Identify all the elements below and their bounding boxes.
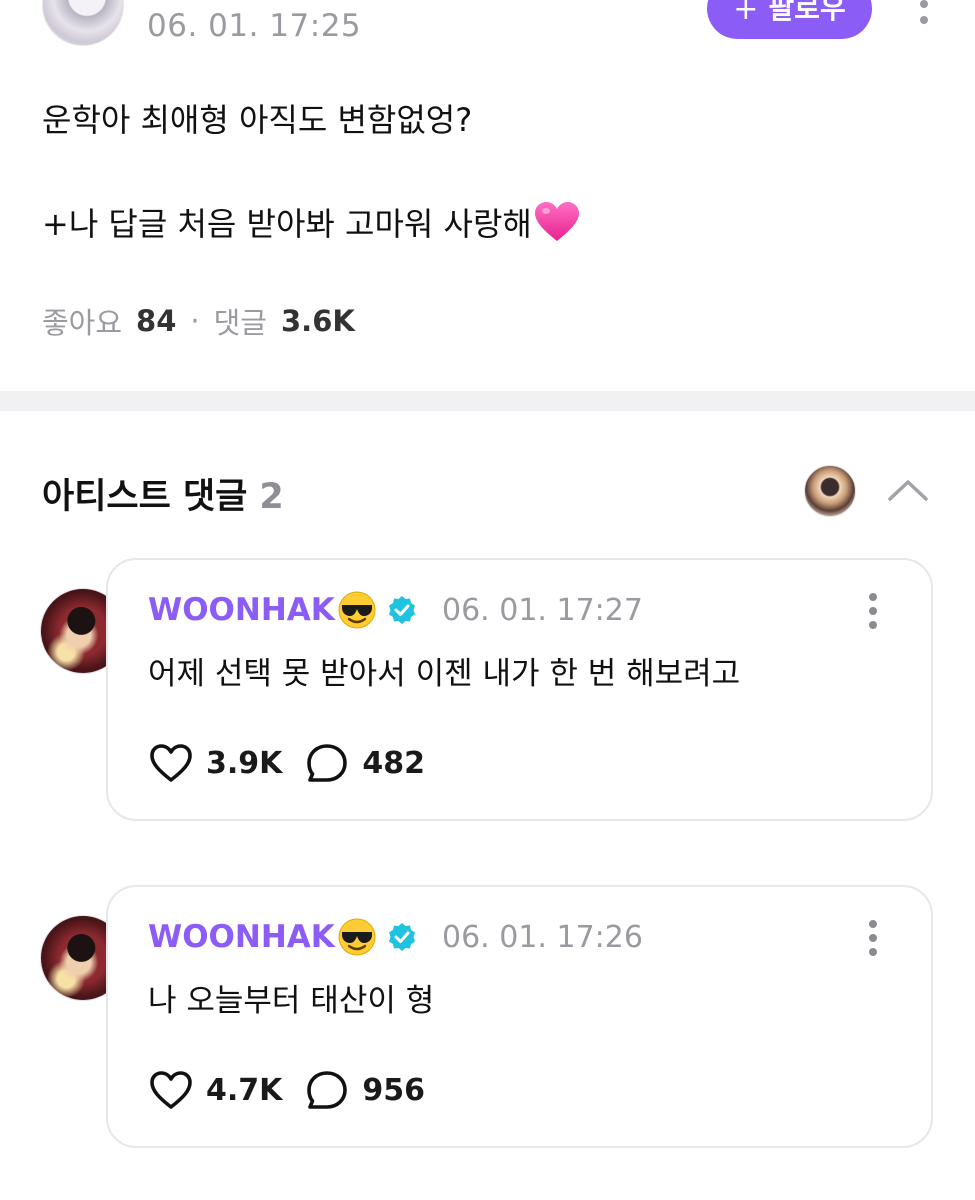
comment-actions: 4.7K 956 (148, 1067, 447, 1113)
dot (869, 934, 877, 942)
artist-comments-count: 2 (259, 477, 284, 517)
comment-timestamp: 06. 01. 17:27 (442, 593, 643, 628)
reply-count: 956 (362, 1072, 426, 1108)
commenter-name-text: WOONHAK (148, 592, 335, 628)
artist-comments-label: 아티스트 댓글 (42, 477, 248, 517)
comment-more-icon[interactable] (866, 593, 880, 629)
artist-avatar[interactable] (804, 465, 856, 517)
post-timestamp: 06. 01. 17:25 (147, 8, 362, 44)
verified-badge-icon (388, 923, 415, 951)
like-count: 4.7K (206, 1072, 283, 1108)
dot (869, 607, 877, 615)
comment-timestamp: 06. 01. 17:26 (442, 920, 643, 955)
fan-post-page: 06. 01. 17:25 + 팔로우 운학아 최애형 아직도 변함없엉? +나… (0, 0, 975, 1200)
stats-separator: · (190, 304, 200, 338)
post-text-line-2-text: +나 답글 처음 받아봐 고마워 사랑해 (42, 205, 532, 243)
likes-count: 84 (136, 304, 177, 338)
likes-label: 좋아요 (42, 306, 123, 340)
commenter-name[interactable]: WOONHAK (148, 917, 417, 957)
post-stats: 좋아요 84 · 댓글 3.6K (42, 300, 355, 342)
dot (920, 16, 928, 24)
dot (869, 621, 877, 629)
follow-label: 팔로우 (768, 0, 846, 25)
plus-icon: + (733, 0, 759, 27)
artist-comment-card: WOONHAK 06. 01. 17:27 어제 선택 못 받아서 이젠 내가 … (106, 558, 933, 821)
dot (869, 920, 877, 928)
post-text-line-1: 운학아 최애형 아직도 변함없엉? (42, 101, 473, 139)
like-count: 3.9K (206, 745, 283, 781)
comment-more-icon[interactable] (866, 920, 880, 956)
pink-heart-icon (534, 202, 579, 241)
post-more-icon[interactable] (912, 0, 936, 40)
artist-comments-title: 아티스트 댓글 2 (42, 468, 284, 519)
sunglasses-emoji-icon (338, 918, 376, 956)
section-divider (0, 391, 975, 411)
commenter-name[interactable]: WOONHAK (148, 590, 417, 630)
commenter-name-text: WOONHAK (148, 919, 335, 955)
follow-button[interactable]: + 팔로우 (707, 0, 872, 39)
sunglasses-emoji-icon (338, 591, 376, 629)
post-text-line-2: +나 답글 처음 받아봐 고마워 사랑해 (42, 199, 580, 245)
dot (869, 948, 877, 956)
comment-text: 나 오늘부터 태산이 형 (148, 983, 435, 1019)
post-header: 06. 01. 17:25 + 팔로우 (0, 0, 975, 60)
artist-comment-card: WOONHAK 06. 01. 17:26 나 오늘부터 태산이 형 4.7K (106, 885, 933, 1148)
verified-badge-icon (388, 596, 415, 624)
chevron-up-icon[interactable] (886, 475, 930, 505)
comment-actions: 3.9K 482 (148, 740, 447, 786)
author-avatar[interactable] (42, 0, 124, 46)
dot (920, 0, 928, 8)
comments-label: 댓글 (213, 306, 267, 340)
reply-bubble-icon[interactable] (304, 1068, 350, 1112)
comment-text: 어제 선택 못 받아서 이젠 내가 한 번 해보려고 (148, 656, 741, 692)
heart-outline-icon[interactable] (148, 1068, 194, 1112)
comments-count: 3.6K (281, 304, 355, 338)
reply-bubble-icon[interactable] (304, 741, 350, 785)
reply-count: 482 (362, 745, 426, 781)
heart-outline-icon[interactable] (148, 741, 194, 785)
dot (869, 593, 877, 601)
